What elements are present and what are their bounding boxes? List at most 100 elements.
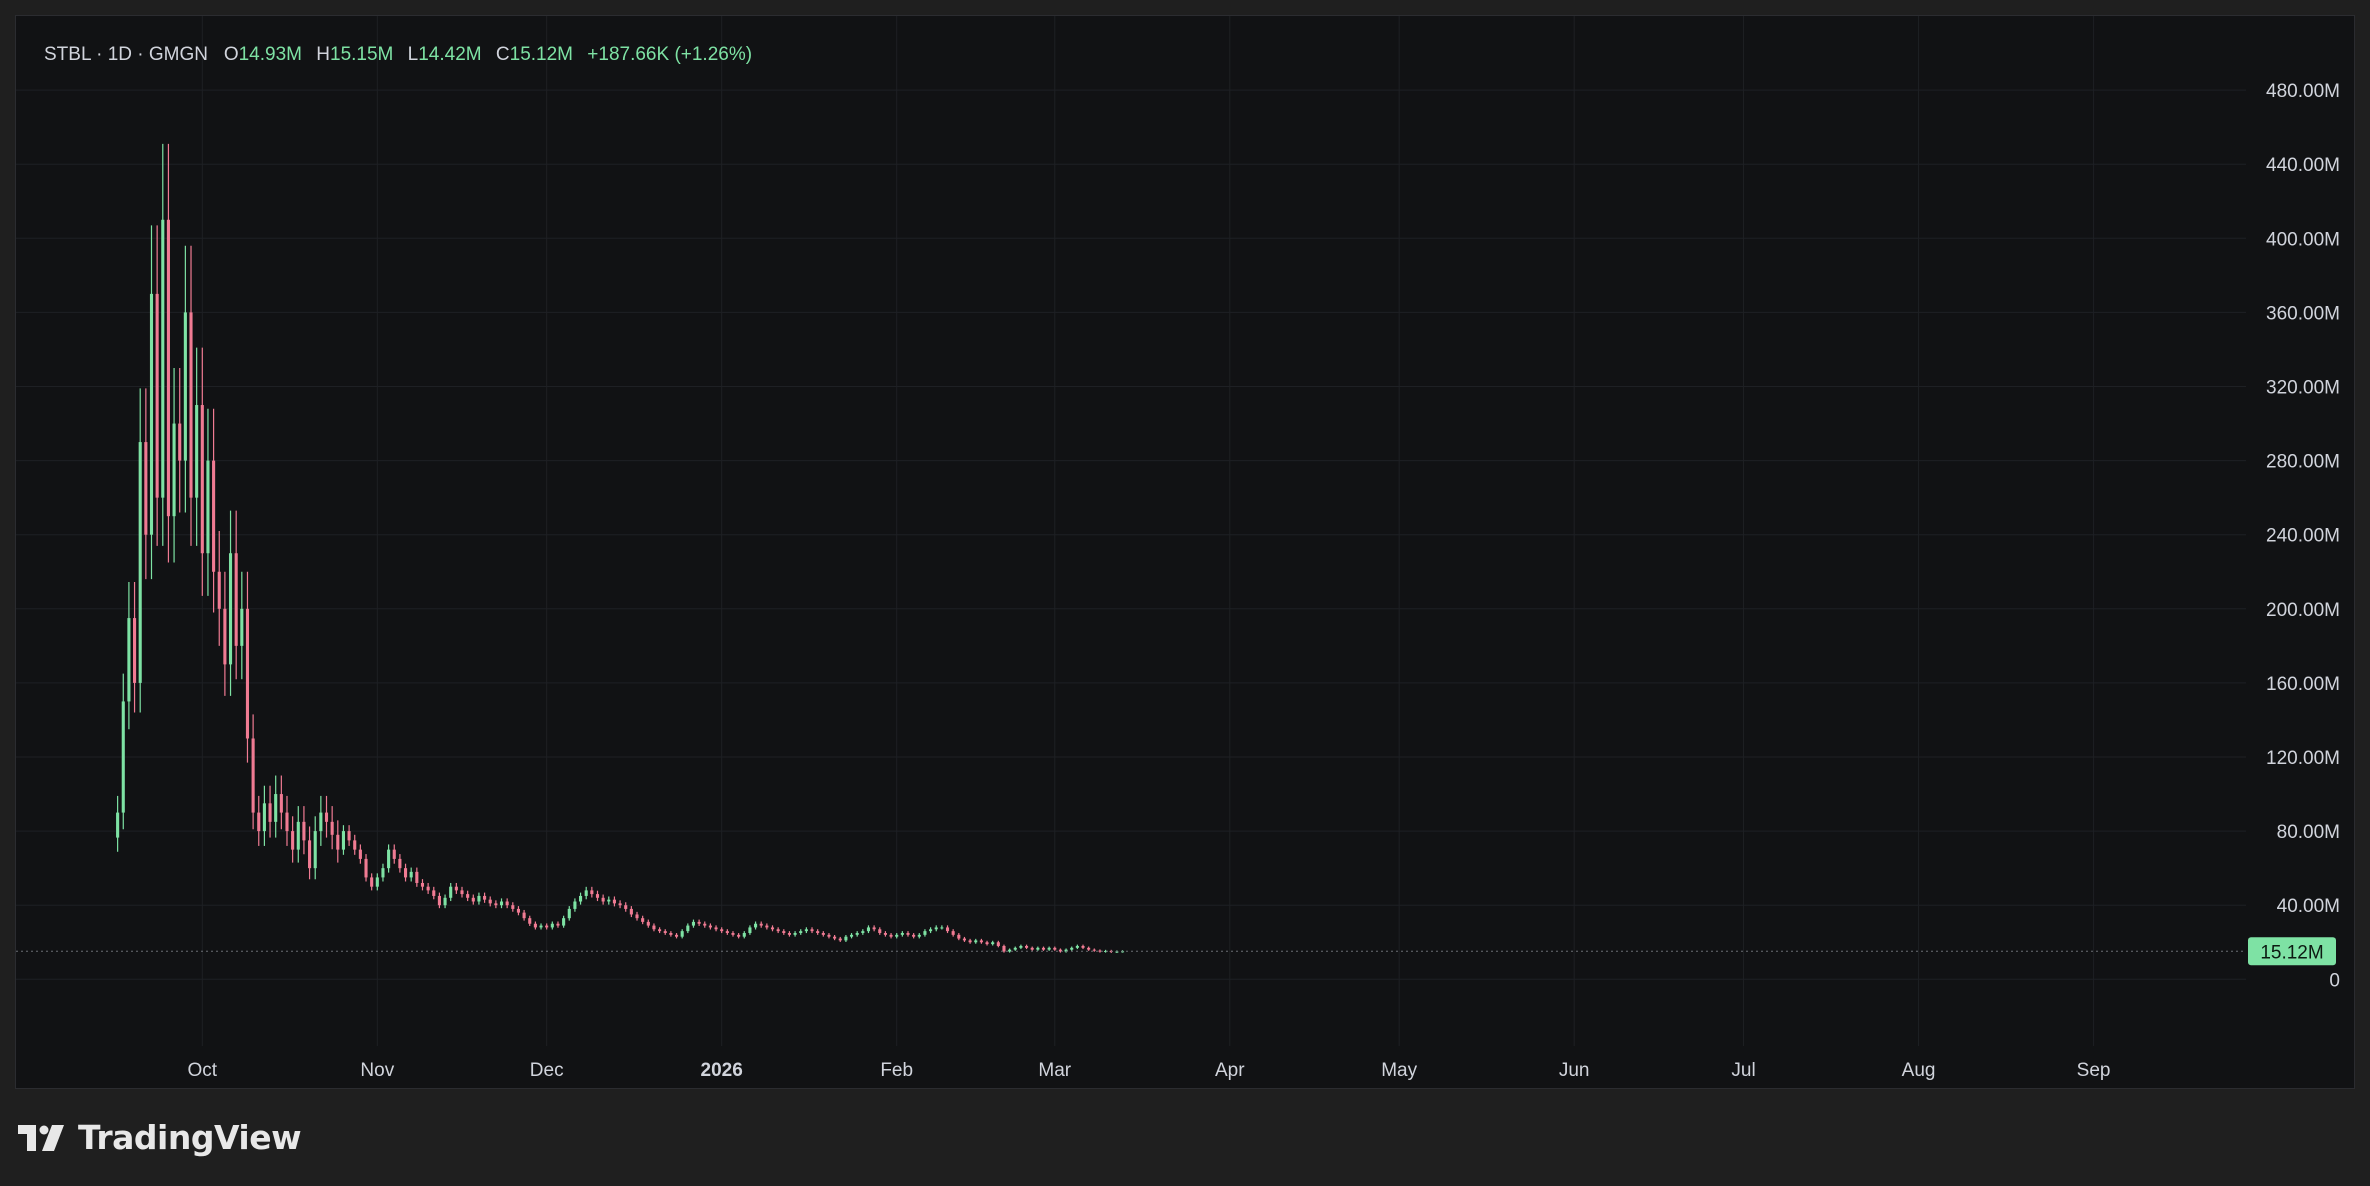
- last-price-tag: 15.12M: [2248, 937, 2336, 966]
- candle-body: [426, 886, 430, 891]
- candle-body: [370, 877, 374, 887]
- candle-body: [1092, 949, 1096, 951]
- candle-body: [658, 929, 662, 932]
- candle-body: [940, 927, 944, 929]
- candle-body: [409, 871, 413, 878]
- candle-body: [618, 903, 622, 906]
- candle-body: [285, 812, 289, 832]
- candle-body: [979, 940, 983, 943]
- x-tick-label: Oct: [188, 1060, 218, 1081]
- candle-body: [962, 938, 967, 941]
- candle-body: [669, 932, 673, 935]
- candle-body: [697, 921, 701, 924]
- candle-body: [579, 895, 583, 902]
- candle-body: [302, 821, 306, 841]
- candle-body: [1087, 947, 1091, 950]
- candle-body: [957, 934, 961, 939]
- candle-body: [257, 812, 261, 832]
- candle-body: [782, 931, 786, 933]
- x-tick-label: Dec: [530, 1060, 564, 1081]
- candle-body: [516, 908, 521, 913]
- low-label: L: [407, 44, 419, 65]
- y-tick-label: 40.00M: [2277, 896, 2340, 917]
- candle-body: [646, 921, 650, 926]
- symbol-label[interactable]: STBL · 1D · GMGN: [44, 44, 208, 65]
- candle-body: [347, 831, 351, 841]
- candle-body: [178, 423, 182, 461]
- candle-body: [189, 312, 193, 498]
- candle-body: [737, 934, 741, 937]
- candle-body: [590, 890, 594, 895]
- ohlc-legend: STBL · 1D · GMGN O14.93M H15.15M L14.42M…: [44, 44, 761, 66]
- candle-body: [799, 931, 803, 933]
- y-tick-label: 480.00M: [2266, 81, 2340, 102]
- candle-body: [195, 405, 199, 498]
- candle-body: [759, 923, 763, 926]
- candle-body: [206, 460, 210, 554]
- candle-body: [889, 934, 893, 937]
- candle-body: [827, 934, 831, 937]
- candle-body: [471, 897, 475, 902]
- candle-body: [844, 936, 848, 941]
- candle-body: [663, 931, 667, 933]
- candle-body: [392, 849, 396, 859]
- candle-body: [720, 929, 724, 932]
- candle-body: [528, 918, 532, 924]
- candle-body: [403, 868, 408, 878]
- candle-body: [968, 940, 972, 943]
- candle-body: [144, 442, 148, 535]
- y-tick-label: 200.00M: [2266, 600, 2340, 621]
- candle-body: [934, 927, 938, 930]
- candle-body: [116, 812, 120, 838]
- candle-body: [381, 868, 385, 878]
- candle-body: [420, 882, 425, 887]
- candle-body: [1041, 947, 1046, 950]
- x-tick-label: Mar: [1038, 1060, 1071, 1081]
- candle-body: [708, 925, 712, 928]
- candle-body: [776, 929, 780, 932]
- candle-body: [223, 608, 227, 665]
- candle-body: [556, 923, 560, 926]
- candle-body: [770, 927, 775, 930]
- candle-body: [787, 932, 791, 935]
- candle-body: [499, 901, 504, 906]
- candle-body: [974, 940, 978, 943]
- candle-body: [161, 219, 165, 498]
- candle-body: [494, 903, 498, 906]
- candle-body: [466, 894, 470, 898]
- price-axis[interactable]: 0 40.00M 80.00M 120.00M 160.00M 200.00M 240.00…: [2266, 81, 2340, 991]
- candle-body: [483, 895, 487, 900]
- y-tick-label: 80.00M: [2277, 822, 2340, 843]
- candle-body: [641, 918, 645, 922]
- candle-body: [387, 849, 391, 869]
- candle-body: [691, 921, 696, 926]
- candle-body: [607, 899, 611, 902]
- time-axis[interactable]: Oct Nov Dec 2026 Feb Mar Apr May Jun Jul Aug Sep: [188, 1060, 2111, 1081]
- candle-body: [833, 936, 837, 939]
- candle-body: [917, 934, 921, 937]
- candle-body: [533, 923, 537, 928]
- candle-body: [855, 932, 859, 935]
- candle-body: [567, 908, 571, 919]
- chart-panel[interactable]: 0 40.00M 80.00M 120.00M 160.00M 200.00M 240.00…: [15, 15, 2355, 1089]
- candle-body: [951, 931, 955, 935]
- candle-body: [906, 932, 910, 935]
- candle-body: [505, 901, 509, 906]
- tradingview-brand[interactable]: TradingView: [18, 1118, 302, 1157]
- candle-body: [375, 877, 379, 887]
- candle-body: [1008, 949, 1012, 952]
- candle-body: [138, 442, 142, 683]
- candlestick-chart[interactable]: 0 40.00M 80.00M 120.00M 160.00M 200.00M 240.00…: [16, 16, 2356, 1090]
- candle-body: [810, 929, 814, 932]
- candle-body: [262, 803, 266, 832]
- x-tick-label: Nov: [360, 1060, 394, 1081]
- candle-body: [539, 925, 543, 928]
- candle-body: [330, 821, 334, 835]
- last-price-tag-label: 15.12M: [2260, 942, 2323, 963]
- candle-body: [443, 897, 447, 906]
- candle-body: [900, 932, 904, 935]
- candle-body: [1075, 945, 1079, 948]
- candle-body: [929, 929, 933, 932]
- y-tick-label: 120.00M: [2266, 748, 2340, 769]
- candle-body: [415, 871, 419, 883]
